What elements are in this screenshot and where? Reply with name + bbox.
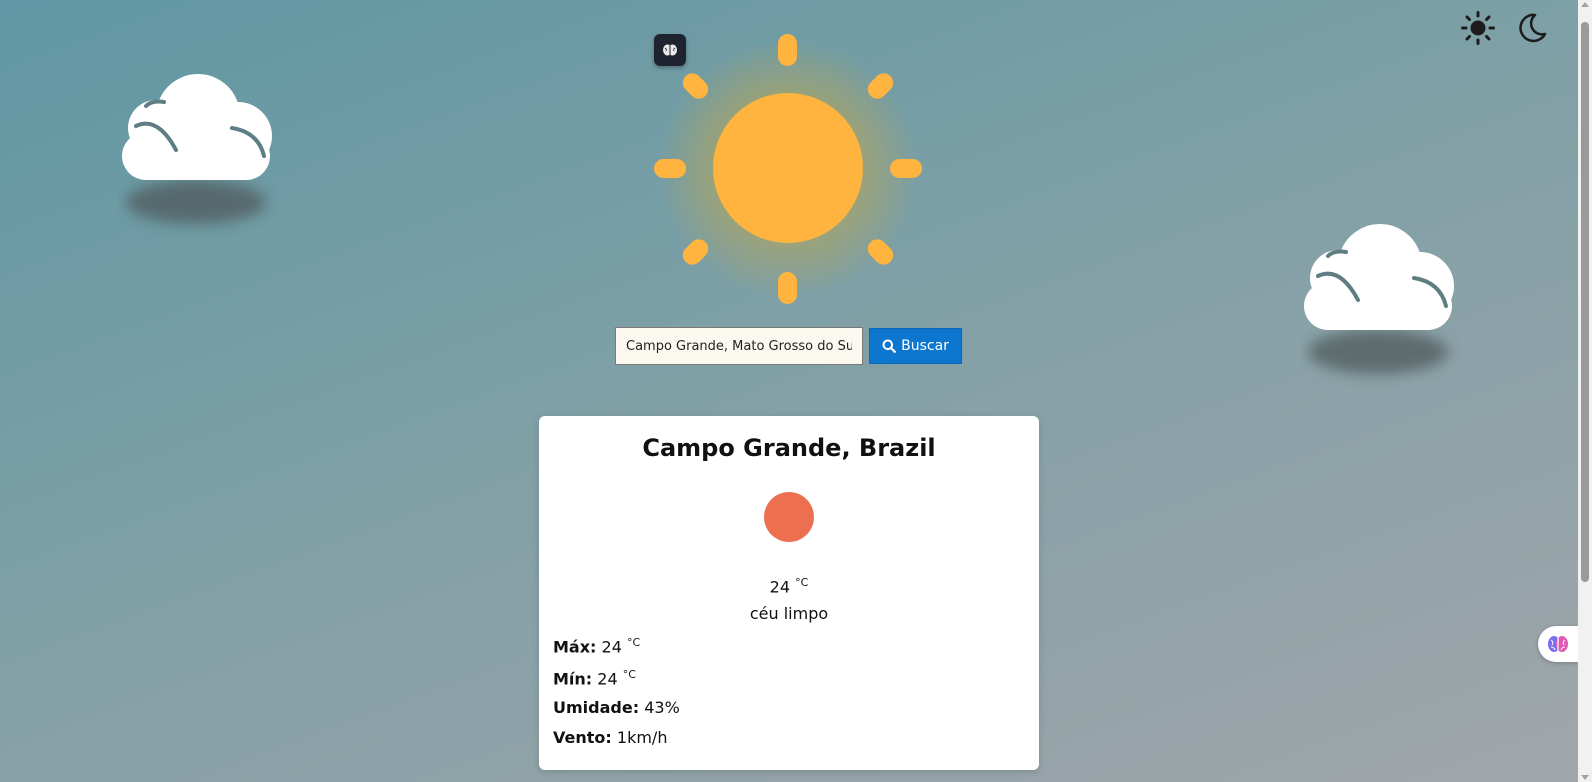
humidity-label: Umidade: [553, 698, 640, 717]
wind-label: Vento: [553, 728, 612, 747]
humidity-row: Umidade: 43% [553, 698, 680, 717]
weather-condition-icon [764, 492, 814, 542]
temperature-unit: °C [795, 576, 809, 589]
moon-icon [1519, 13, 1547, 43]
sun-icon [1461, 11, 1495, 45]
min-value: 24 [597, 669, 618, 689]
min-temperature-row: Mín: 24 °C [553, 668, 636, 688]
page-scrollbar[interactable] [1578, 0, 1592, 782]
brain-icon [1548, 636, 1568, 652]
weather-card: Campo Grande, Brazil 24 °C céu limpo Máx… [539, 416, 1039, 770]
humidity-value: 43% [644, 698, 680, 717]
brain-icon [663, 44, 677, 56]
scroll-up-arrow-icon[interactable] [1581, 2, 1589, 7]
city-title: Campo Grande, Brazil [642, 434, 936, 462]
search-button-label: Buscar [901, 338, 949, 354]
light-theme-button[interactable] [1460, 10, 1496, 46]
max-label: Máx: [553, 637, 597, 657]
wind-row: Vento: 1km/h [553, 728, 667, 747]
weather-description: céu limpo [749, 604, 829, 623]
brain-button[interactable] [654, 34, 686, 66]
wind-value: 1km/h [616, 728, 668, 747]
min-unit: °C [622, 668, 636, 681]
sun-illustration [650, 32, 930, 312]
dark-theme-button[interactable] [1514, 10, 1550, 46]
cloud-icon [118, 70, 278, 240]
max-value: 24 [601, 637, 622, 657]
assistant-extension-button[interactable] [1538, 626, 1578, 662]
cloud-icon [1300, 220, 1460, 390]
scroll-down-arrow-icon[interactable] [1581, 775, 1589, 780]
temperature-value: 24 [769, 577, 791, 597]
current-temperature: 24 °C [539, 576, 1039, 596]
max-unit: °C [626, 636, 641, 649]
search-input[interactable] [615, 327, 863, 365]
min-label: Mín: [553, 669, 593, 689]
search-button[interactable]: Buscar [869, 328, 962, 364]
scrollbar-thumb[interactable] [1581, 22, 1589, 582]
search-icon [882, 339, 896, 353]
max-temperature-row: Máx: 24 °C [553, 636, 640, 656]
